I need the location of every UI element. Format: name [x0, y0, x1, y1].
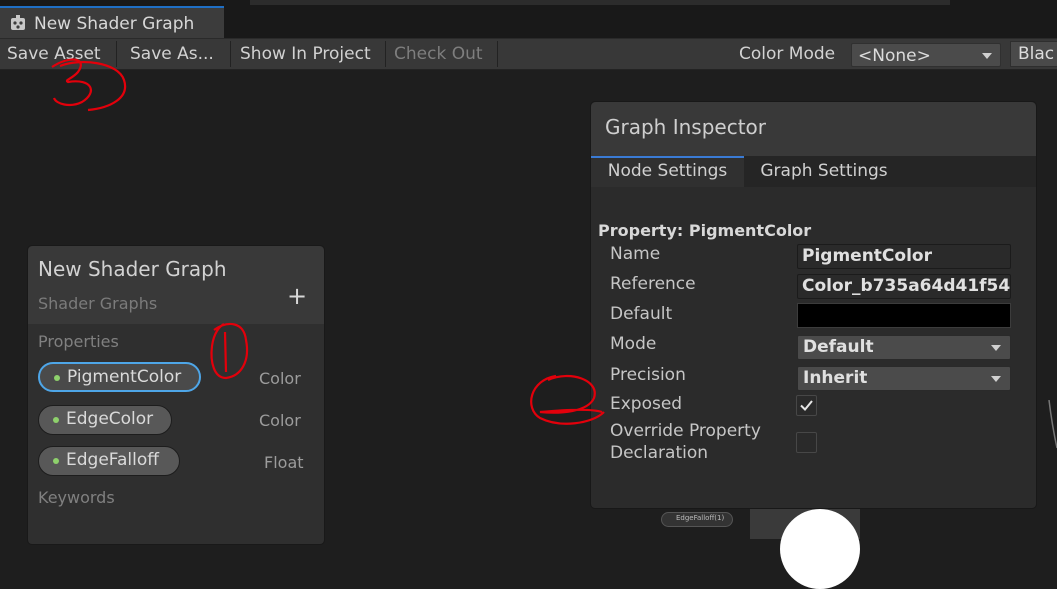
- inspector-header: Graph Inspector: [591, 102, 1036, 156]
- property-name: EdgeFalloff: [66, 450, 159, 470]
- blackboard-toggle-button[interactable]: Blac: [1010, 41, 1057, 67]
- port-dot-icon: [53, 458, 59, 464]
- window-tab-title: New Shader Graph: [34, 14, 195, 34]
- mode-value: Default: [803, 337, 874, 357]
- chevron-down-icon: [991, 345, 1001, 351]
- keywords-section-label: Keywords: [38, 488, 115, 507]
- graph-edge-wire: [1048, 400, 1057, 449]
- reference-field[interactable]: Color_b735a64d41f54b: [797, 274, 1011, 299]
- exposed-checkbox[interactable]: [796, 395, 817, 416]
- graph-property-node[interactable]: EdgeFalloff(1): [661, 512, 733, 527]
- reference-label: Reference: [610, 274, 696, 294]
- override-label-line2: Declaration: [610, 443, 709, 463]
- color-mode-value: <None>: [858, 46, 931, 66]
- window-tab[interactable]: New Shader Graph: [0, 6, 224, 38]
- toolbar-divider: [497, 41, 498, 67]
- graph-property-node-label: EdgeFalloff(1): [676, 514, 725, 522]
- property-name: EdgeColor: [66, 409, 154, 429]
- port-dot-icon: [54, 375, 60, 381]
- properties-section-label: Properties: [38, 332, 119, 351]
- blackboard-toggle-label: Blac: [1018, 44, 1055, 64]
- save-as-button[interactable]: Save As...: [130, 39, 214, 69]
- precision-dropdown[interactable]: Inherit: [797, 366, 1011, 391]
- blackboard-subtitle: Shader Graphs: [38, 294, 158, 313]
- save-asset-button[interactable]: Save Asset: [7, 39, 101, 69]
- precision-label: Precision: [610, 365, 686, 385]
- blackboard-header: New Shader Graph Shader Graphs +: [28, 246, 324, 324]
- toolbar-divider: [230, 41, 231, 67]
- override-label-line1: Override Property: [610, 421, 761, 441]
- tab-graph-settings[interactable]: Graph Settings: [744, 156, 904, 187]
- property-pill-pigmentcolor[interactable]: PigmentColor: [38, 362, 201, 392]
- toolbar-divider: [385, 41, 386, 67]
- precision-value: Inherit: [803, 368, 868, 388]
- toolbar-divider: [116, 41, 117, 67]
- toolbar: Save Asset Save As... Show In Project Ch…: [0, 38, 1057, 70]
- mode-dropdown[interactable]: Default: [797, 335, 1011, 360]
- exposed-label: Exposed: [610, 394, 683, 414]
- name-label: Name: [610, 244, 661, 264]
- override-checkbox[interactable]: [796, 432, 817, 453]
- name-field-value: PigmentColor: [802, 246, 932, 266]
- window-tab-strip: New Shader Graph: [0, 0, 1057, 38]
- show-in-project-button[interactable]: Show In Project: [240, 39, 371, 69]
- mode-label: Mode: [610, 334, 657, 354]
- checkmark-icon: [800, 400, 813, 411]
- reference-field-value: Color_b735a64d41f54b: [802, 276, 1011, 296]
- graph-inspector-panel: Graph Inspector Node Settings Graph Sett…: [590, 101, 1037, 509]
- plus-icon[interactable]: +: [287, 284, 307, 308]
- color-mode-label: Color Mode: [739, 44, 836, 64]
- chevron-down-icon: [991, 376, 1001, 382]
- preview-node[interactable]: [750, 509, 860, 589]
- default-color-field[interactable]: [797, 303, 1011, 328]
- color-mode-dropdown[interactable]: <None>: [851, 43, 1001, 67]
- blackboard-title: New Shader Graph: [38, 257, 227, 281]
- default-label: Default: [610, 304, 673, 324]
- property-type: Float: [264, 453, 304, 472]
- blackboard-panel: New Shader Graph Shader Graphs + Propert…: [27, 245, 325, 545]
- chevron-down-icon: [982, 53, 992, 59]
- property-type: Color: [259, 369, 301, 388]
- port-dot-icon: [53, 417, 59, 423]
- inspector-title: Graph Inspector: [605, 115, 766, 139]
- preview-sphere: [780, 509, 860, 589]
- property-pill-edgefalloff[interactable]: EdgeFalloff: [38, 446, 180, 476]
- property-name: PigmentColor: [67, 367, 182, 387]
- property-type: Color: [259, 411, 301, 430]
- shader-graph-icon: [11, 15, 25, 30]
- check-out-button[interactable]: Check Out: [394, 39, 483, 69]
- tab-strip-divider: [250, 0, 950, 5]
- property-pill-edgecolor[interactable]: EdgeColor: [38, 405, 172, 435]
- property-header: Property: PigmentColor: [598, 221, 812, 240]
- graph-node-area: EdgeFalloff(1): [645, 509, 1057, 589]
- tab-node-settings[interactable]: Node Settings: [591, 156, 744, 187]
- inspector-tabs: Node Settings Graph Settings: [591, 156, 1036, 187]
- name-field[interactable]: PigmentColor: [797, 244, 1011, 269]
